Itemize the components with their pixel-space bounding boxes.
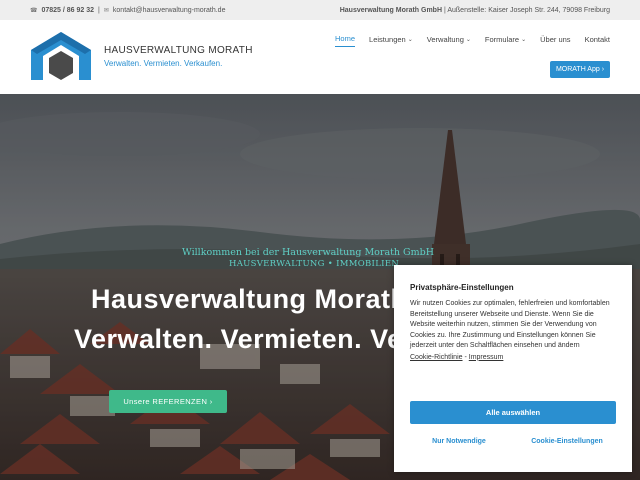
nav-label: Kontakt — [584, 34, 610, 44]
cookie-links: Cookie-Richtlinie - Impressum — [410, 354, 616, 361]
brand-tagline: Verwalten. Vermieten. Verkaufen. — [104, 59, 223, 68]
nav-label: Formulare — [484, 34, 520, 44]
chevron-down-icon: ⌄ — [465, 36, 471, 43]
morath-app-button[interactable]: MORATH App › — [550, 61, 610, 78]
nav-item-ueber-uns[interactable]: Über uns — [540, 34, 570, 47]
mail-icon: ✉ — [103, 7, 109, 14]
references-button[interactable]: Unsere REFERENZEN › — [109, 390, 227, 413]
cookie-policy-link[interactable]: Cookie-Richtlinie — [410, 354, 463, 361]
chevron-down-icon: ⌄ — [407, 36, 413, 43]
nav-item-leistungen[interactable]: Leistungen ⌄ — [369, 34, 413, 47]
branch-address: | Außenstelle: Kaiser Joseph Str. 244, 7… — [443, 6, 610, 14]
hero-welcome-text: Willkommen bei der Hausverwaltung Morath… — [182, 247, 435, 258]
nav-label: Über uns — [540, 34, 571, 44]
separator: | — [98, 6, 100, 14]
nav-item-formulare[interactable]: Formulare ⌄ — [485, 34, 526, 47]
brand-name: HAUSVERWALTUNG MORATH — [104, 45, 253, 56]
phone-icon: ☎ — [30, 7, 38, 14]
site-header: HAUSVERWALTUNG MORATH Verwalten. Vermiet… — [0, 20, 640, 94]
top-info-bar: ☎ 07825 / 86 92 32 | ✉ kontakt@hausverwa… — [0, 0, 640, 20]
cookie-text: Wir nutzen Cookies zur optimalen, fehler… — [410, 300, 610, 349]
chevron-down-icon: ⌄ — [521, 36, 527, 43]
nav-label: Home — [335, 34, 356, 43]
phone-number[interactable]: 07825 / 86 92 32 — [41, 7, 94, 14]
contact-info: ☎ 07825 / 86 92 32 | ✉ kontakt@hausverwa… — [30, 7, 225, 14]
cookie-consent-dialog: Privatsphäre-Einstellungen Wir nutzen Co… — [394, 265, 632, 472]
main-nav: Home Leistungen ⌄ Verwaltung ⌄ Formulare… — [335, 34, 610, 47]
nav-label: Leistungen — [369, 34, 406, 44]
cookie-title: Privatsphäre-Einstellungen — [410, 283, 514, 292]
nav-label: Verwaltung — [426, 34, 464, 44]
nav-item-home[interactable]: Home — [335, 34, 356, 47]
only-necessary-button[interactable]: Nur Notwendige — [410, 438, 508, 445]
address-info: Hausverwaltung Morath GmbH | Außenstelle… — [340, 7, 610, 14]
hero-welcome-subtext: HAUSVERWALTUNG • IMMOBILIEN — [229, 259, 400, 269]
accept-all-button[interactable]: Alle auswählen — [410, 401, 616, 424]
hero-title-line1: Hausverwaltung Morath — [91, 284, 408, 314]
nav-item-verwaltung[interactable]: Verwaltung ⌄ — [427, 34, 471, 47]
company-name: Hausverwaltung Morath GmbH — [339, 6, 443, 14]
imprint-link[interactable]: Impressum — [469, 354, 504, 361]
nav-item-kontakt[interactable]: Kontakt — [585, 34, 610, 47]
company-logo[interactable] — [29, 30, 93, 84]
email-link[interactable]: kontakt@hausverwaltung-morath.de — [113, 7, 226, 14]
cookie-settings-button[interactable]: Cookie-Einstellungen — [518, 438, 616, 445]
